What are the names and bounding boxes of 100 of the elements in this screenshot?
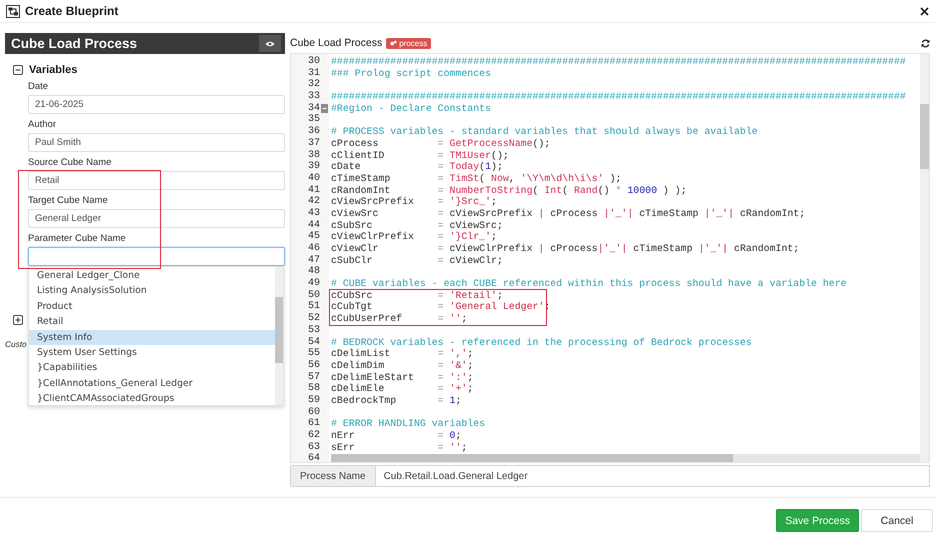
code-line: cTimeStamp = TimSt( Now, '\Y\m\d\h\i\s' ); (331, 172, 622, 185)
field-label: Target Cube Name (28, 195, 109, 206)
text-field[interactable] (28, 247, 285, 266)
code-line: sErr = ''; (331, 442, 468, 454)
code-line: cClientID = TM1User(); (331, 150, 510, 162)
text-field[interactable]: Paul Smith (28, 133, 285, 152)
code-line: # BEDROCK variables - referenced in the processing of Bedrock processes (331, 336, 753, 348)
code-line: cSubSrc = cViewSrc; (331, 220, 504, 232)
field-label: Author (28, 119, 57, 130)
code-line: cDelimList = ','; (331, 348, 474, 360)
line-number: 55 (308, 348, 320, 360)
dropdown-item[interactable]: General Ledger_Clone (29, 268, 275, 284)
line-number: 33 (308, 91, 320, 103)
text-field[interactable]: General Ledger (28, 209, 285, 228)
gears-icon (390, 40, 398, 46)
window-title: Create Blueprint (25, 4, 118, 18)
code-line: ################################################################################################# (331, 56, 907, 68)
dropdown-item[interactable]: System User Settings (29, 344, 275, 360)
code-line: cDate = Today(1); (331, 161, 504, 173)
line-number: 32 (308, 79, 320, 91)
code-line: cViewSrc = cViewSrcPrefix | cProcess |'_'| cTimeStamp |'_'| cRandomInt; (331, 208, 806, 220)
line-number: 52 (308, 313, 320, 325)
field-label: Parameter Cube Name (28, 233, 127, 244)
line-number: 43 (308, 208, 320, 220)
code-line: cBedrockTmp = 1; (331, 394, 462, 407)
code-line: cViewClrPrefix = '}Clr_'; (331, 231, 498, 243)
line-number: 31 (308, 68, 320, 79)
code-editor[interactable] (290, 53, 930, 463)
code-line: cSubClr = cViewClr; (331, 254, 504, 266)
field-label: Source Cube Name (28, 157, 112, 168)
line-number: 40 (308, 172, 320, 185)
line-number: 64 (308, 453, 320, 462)
code-line: ################################################################################################# (331, 91, 907, 103)
view-button[interactable] (259, 35, 281, 52)
line-number: 61 (308, 418, 320, 430)
collapse-icon[interactable] (13, 65, 23, 75)
line-number: 59 (308, 394, 320, 407)
line-number: 51 (308, 301, 320, 313)
dropdown-item[interactable]: System Info (29, 330, 275, 345)
panel-title: Cube Load Process (11, 36, 138, 51)
dropdown-item[interactable]: }ClientCAMAssociatedGroups (29, 391, 275, 407)
line-number: 63 (308, 442, 320, 453)
line-number: 54 (308, 336, 320, 348)
line-number: 60 (308, 406, 320, 418)
fold-icon[interactable] (321, 104, 328, 114)
code-line: # CUBE variables - each CUBE referenced within this process should have a variable here (331, 278, 848, 290)
cancel-button[interactable]: Cancel (861, 509, 933, 532)
code-line: cCubUserPref = ''; (331, 313, 468, 325)
line-number: 38 (308, 150, 320, 161)
dropdown-item[interactable]: Listing AnalysisSolution (29, 283, 275, 299)
code-line: cViewSrcPrefix = '}Src_'; (331, 196, 498, 208)
line-number: 39 (308, 161, 320, 173)
code-line: cDelimEle = '+'; (331, 383, 474, 395)
line-number: 57 (308, 372, 320, 383)
expand-icon[interactable] (13, 315, 23, 325)
code-line: cRandomInt = NumberToString( Int( Rand() * 10000 ) ); (331, 184, 688, 196)
line-number: 49 (308, 278, 320, 290)
line-number: 34 (308, 102, 320, 114)
line-number: 53 (308, 324, 320, 337)
code-line: #Region - Declare Constants (331, 102, 492, 114)
code-line: # PROCESS variables - standard variables that should always be available (331, 126, 759, 138)
code-line: # ERROR HANDLING variables (331, 418, 486, 430)
field-label: Custo (5, 339, 27, 349)
line-number: 41 (308, 184, 320, 196)
field-label: Date (28, 81, 50, 92)
dropdown-item[interactable]: }Capabilities (29, 360, 275, 376)
dropdown-item[interactable]: Product (29, 298, 275, 314)
line-number: 44 (308, 220, 320, 231)
line-number: 56 (308, 360, 320, 372)
text-field[interactable]: Retail (28, 171, 285, 190)
line-number: 45 (308, 231, 320, 243)
code-line: cDelimDim = '&'; (331, 360, 474, 372)
line-number: 42 (308, 196, 320, 208)
line-number: 62 (308, 430, 320, 442)
code-line: cCubSrc = 'Retail'; (331, 290, 504, 302)
eye-icon (265, 40, 275, 46)
badge-label: process (399, 38, 428, 48)
line-number: 58 (308, 383, 320, 395)
line-number: 36 (308, 126, 320, 138)
text-field[interactable]: 21-06-2025 (28, 95, 285, 114)
dropdown-item[interactable]: Retail (29, 314, 275, 330)
code-line: ### Prolog script commences (331, 68, 492, 80)
line-number: 35 (308, 114, 320, 126)
editor-title: Cube Load Process (290, 37, 382, 49)
dropdown-item[interactable]: }CellAnnotations_General Ledger (29, 376, 275, 392)
code-line: cDelimEleStart = ':'; (331, 372, 474, 384)
line-number: 30 (308, 56, 320, 68)
line-number: 48 (308, 266, 320, 278)
refresh-icon[interactable] (921, 38, 930, 48)
code-line: cViewClr = cViewClrPrefix | cProcess|'_'| cTimeStamp |'_'| cRandomInt; (331, 243, 800, 255)
close-icon[interactable] (920, 6, 929, 16)
blueprint-icon (6, 4, 20, 18)
line-number: 47 (308, 254, 320, 266)
line-number: 37 (308, 138, 320, 150)
line-number: 50 (308, 290, 320, 301)
text-field[interactable]: Cub.Retail.Load.General Ledger (376, 465, 930, 487)
code-line: nErr = 0; (331, 430, 462, 442)
section-title: Variables (29, 64, 78, 76)
code-line: cProcess = GetProcessName(); (331, 138, 552, 150)
line-number: 46 (308, 243, 320, 255)
